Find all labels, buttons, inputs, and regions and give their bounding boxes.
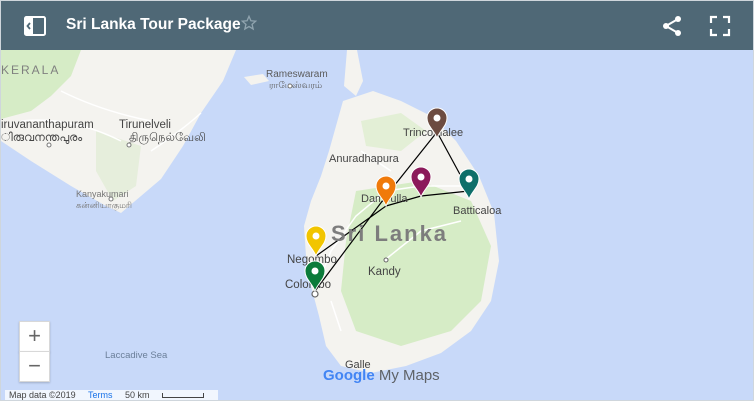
thiruvananthapuram-label: iruvananthapuram bbox=[1, 119, 94, 131]
share-icon[interactable] bbox=[660, 14, 684, 38]
scale-label: 50 km bbox=[125, 390, 150, 400]
kerala-label: KERALA bbox=[1, 63, 60, 77]
map-panel-icon[interactable] bbox=[23, 14, 47, 38]
map-embed: Sri Lanka Tour Package KERALA Rameswaram… bbox=[0, 0, 754, 401]
kanyakumari-dot bbox=[108, 196, 114, 202]
anuradhapura-label: Anuradhapura bbox=[329, 153, 400, 165]
map-header: Sri Lanka Tour Package bbox=[1, 1, 753, 50]
map-title: Sri Lanka Tour Package bbox=[66, 16, 241, 33]
colombo-label: Colombo bbox=[285, 279, 331, 291]
scale-bar bbox=[162, 393, 205, 399]
my-maps-wordmark: My Maps bbox=[378, 367, 440, 384]
laccadive-sea-label: Laccadive Sea bbox=[105, 350, 168, 361]
batticaloa-label: Batticaloa bbox=[453, 205, 502, 217]
thiruvananthapuram-ml-label: ിരുവനന്തപുരം bbox=[1, 131, 83, 145]
kandy-dot bbox=[383, 257, 389, 263]
map-canvas[interactable]: KERALA Rameswaram ராமேஸ்வரம் iruvanantha… bbox=[1, 50, 753, 400]
rameswaram-dot bbox=[287, 83, 293, 89]
google-my-maps-logo: Google My Maps bbox=[323, 367, 440, 384]
country-label: Sri Lanka bbox=[331, 221, 448, 246]
thiruvananthapuram-dot bbox=[46, 142, 52, 148]
rameswaram-tamil-label: ராமேஸ்வரம் bbox=[269, 80, 322, 90]
tirunelveli-tamil-label: திருநெல்வேலி bbox=[129, 131, 206, 145]
zoom-in-button[interactable]: + bbox=[19, 321, 50, 352]
terms-link[interactable]: Terms bbox=[88, 390, 113, 400]
kanyakumari-label: Kanyakumari bbox=[76, 189, 129, 199]
tirunelveli-dot bbox=[126, 142, 132, 148]
tirunelveli-label: Tirunelveli bbox=[119, 119, 171, 131]
google-wordmark: Google bbox=[323, 367, 375, 384]
map-svg[interactable]: KERALA Rameswaram ராமேஸ்வரம் iruvanantha… bbox=[1, 50, 753, 400]
star-icon[interactable] bbox=[241, 15, 257, 31]
map-footer: Map data ©2019 Terms 50 km bbox=[5, 390, 219, 400]
rameswaram-label: Rameswaram bbox=[266, 69, 328, 80]
fullscreen-icon[interactable] bbox=[708, 14, 732, 38]
map-data-attribution: Map data ©2019 bbox=[9, 390, 76, 400]
zoom-out-button[interactable]: − bbox=[19, 351, 50, 382]
kandy-label: Kandy bbox=[368, 266, 401, 278]
